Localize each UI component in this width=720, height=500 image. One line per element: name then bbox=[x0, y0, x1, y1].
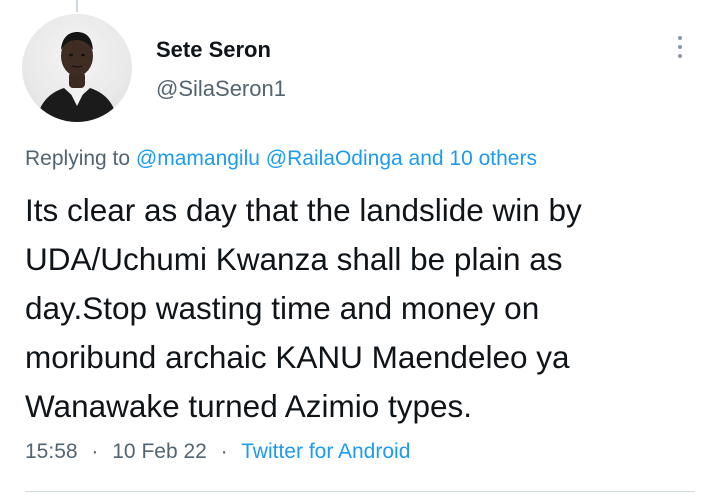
thread-connector-line bbox=[76, 0, 78, 12]
author-handle[interactable]: @SilaSeron1 bbox=[156, 76, 286, 102]
author-display-name[interactable]: Sete Seron bbox=[156, 37, 271, 63]
tweet-text-line: Its clear as day that the landslide win … bbox=[25, 192, 582, 228]
more-options-button[interactable] bbox=[668, 30, 692, 64]
tweet-text-line: moribund archaic KANU Maendeleo ya bbox=[25, 339, 570, 375]
more-vertical-icon-dot bbox=[678, 45, 682, 49]
divider bbox=[25, 491, 695, 492]
meta-separator: · bbox=[91, 440, 99, 463]
more-vertical-icon bbox=[678, 36, 682, 40]
mention-link-mamangilu[interactable]: @mamangilu bbox=[136, 147, 260, 170]
tweet-source-link[interactable]: Twitter for Android bbox=[241, 440, 410, 463]
tweet-body: Its clear as day that the landslide win … bbox=[25, 186, 705, 431]
meta-separator: · bbox=[220, 440, 228, 463]
others-link[interactable]: and 10 others bbox=[409, 147, 537, 170]
tweet-metadata: 15:58 · 10 Feb 22 · Twitter for Android bbox=[25, 439, 410, 465]
tweet-text-line: day.Stop wasting time and money on bbox=[25, 290, 540, 326]
tweet-text-line: Wanawake turned Azimio types. bbox=[25, 388, 473, 424]
more-vertical-icon-dot bbox=[678, 54, 682, 58]
tweet-time[interactable]: 15:58 bbox=[25, 440, 78, 463]
replying-to-line: Replying to @mamangilu @RailaOdinga and … bbox=[25, 146, 537, 172]
mention-link-railaodinga[interactable]: @RailaOdinga bbox=[266, 147, 403, 170]
tweet-date[interactable]: 10 Feb 22 bbox=[112, 440, 207, 463]
avatar-photo-icon bbox=[36, 32, 118, 122]
avatar[interactable] bbox=[22, 14, 132, 122]
tweet-text-line: UDA/Uchumi Kwanza shall be plain as bbox=[25, 241, 563, 277]
replying-to-label: Replying to bbox=[25, 147, 131, 170]
